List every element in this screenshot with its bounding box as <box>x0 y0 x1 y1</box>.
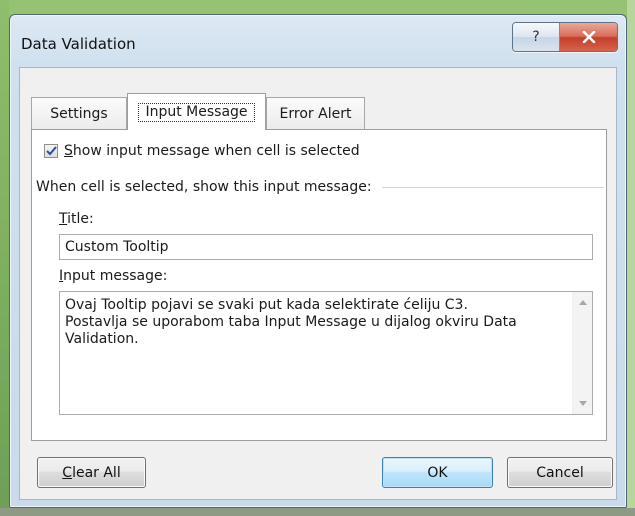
tab-input-message[interactable]: Input Message <box>127 93 266 130</box>
input-message-group: When cell is selected, show this input m… <box>36 179 604 195</box>
show-input-message-label: Show input message when cell is selected <box>64 143 360 159</box>
group-divider <box>381 186 604 188</box>
input-message-textarea[interactable]: Ovaj Tooltip pojavi se svaki put kada se… <box>59 291 593 415</box>
cancel-button[interactable]: Cancel <box>507 457 613 488</box>
title-bar[interactable]: Data Validation ? <box>10 15 626 67</box>
data-validation-dialog: Data Validation ? Settings Input Message… <box>9 14 627 508</box>
ok-button[interactable]: OK <box>382 457 493 488</box>
clear-all-button[interactable]: Clear All <box>37 457 146 488</box>
background-top <box>0 0 635 14</box>
tab-settings-label: Settings <box>50 105 108 122</box>
tab-error-alert[interactable]: Error Alert <box>266 97 365 129</box>
dialog-client-area: Settings Input Message Error Alert Show … <box>19 67 617 500</box>
title-label: Title: <box>59 211 94 227</box>
tab-error-alert-label: Error Alert <box>279 105 352 122</box>
input-message-panel: Show input message when cell is selected… <box>31 129 607 441</box>
background-bottom <box>0 508 635 516</box>
tab-settings[interactable]: Settings <box>31 97 127 129</box>
show-input-message-checkbox[interactable] <box>44 144 58 158</box>
show-input-message-option[interactable]: Show input message when cell is selected <box>44 143 360 159</box>
close-icon <box>582 31 595 43</box>
scroll-up-arrow-icon[interactable] <box>579 300 587 305</box>
clear-all-label: Clear All <box>62 464 121 481</box>
title-field[interactable] <box>59 234 593 260</box>
scroll-down-arrow-icon[interactable] <box>579 401 587 406</box>
help-button[interactable]: ? <box>513 23 560 51</box>
background-left <box>0 0 9 516</box>
question-mark-icon: ? <box>532 29 540 45</box>
checkmark-icon <box>45 146 57 156</box>
dialog-title: Data Validation <box>21 35 136 53</box>
vertical-scrollbar[interactable] <box>572 292 592 414</box>
window-controls: ? <box>512 22 618 52</box>
input-message-label: Input message: <box>59 268 168 284</box>
close-button[interactable] <box>560 23 617 51</box>
input-message-text: Ovaj Tooltip pojavi se svaki put kada se… <box>65 297 517 347</box>
tab-input-message-label: Input Message <box>138 102 255 122</box>
background-right <box>627 0 635 516</box>
group-label: When cell is selected, show this input m… <box>36 179 372 195</box>
